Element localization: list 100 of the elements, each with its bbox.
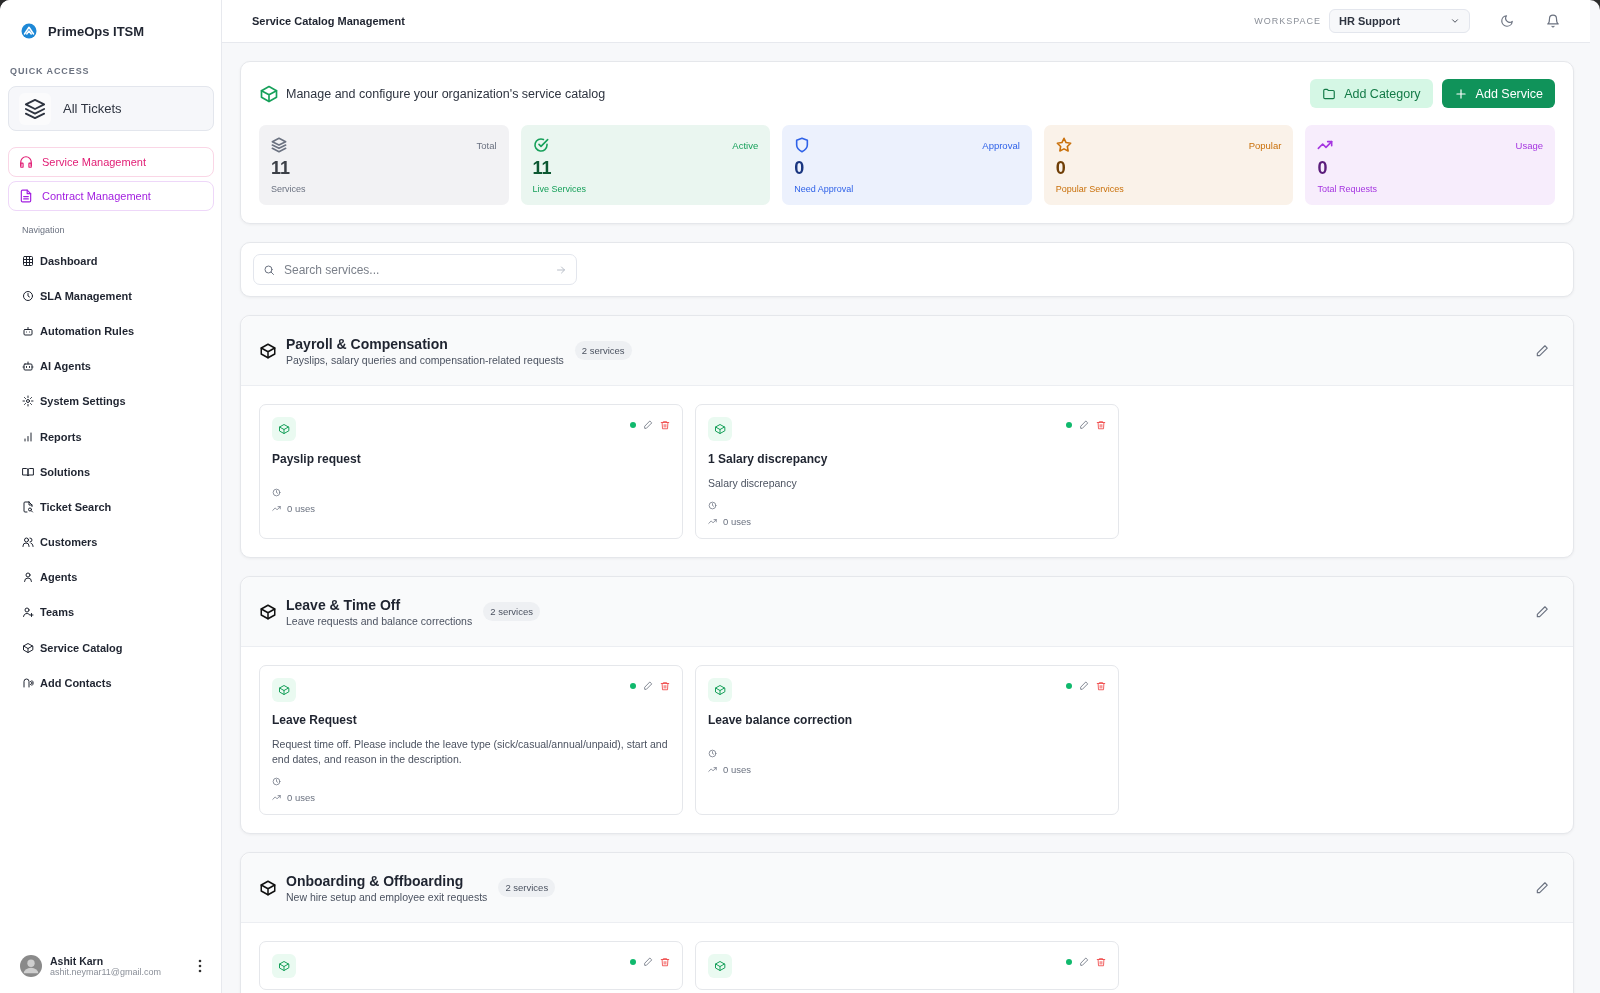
nav-item[interactable]: Add Contacts <box>8 665 214 701</box>
module-link[interactable]: Service Management <box>8 147 214 177</box>
service-icon <box>708 678 732 702</box>
trash-icon[interactable] <box>660 957 670 967</box>
nav-item[interactable]: Dashboard <box>8 243 214 279</box>
more-icon[interactable] <box>198 959 202 973</box>
service-count: 2 services <box>498 878 556 897</box>
category-title: Leave & Time Off <box>286 596 402 613</box>
nav-item[interactable]: Reports <box>8 418 214 455</box>
all-tickets-button[interactable]: All Tickets <box>8 86 214 131</box>
nav-icon <box>22 500 34 513</box>
trend-icon <box>708 517 717 526</box>
service-icon <box>272 954 296 978</box>
clock-icon <box>708 501 717 510</box>
stat-label: Services <box>271 184 307 194</box>
nav-icon <box>22 430 34 443</box>
service-card[interactable]: 1 Salary discrepancy Salary discrepancy 0 uses <box>695 404 1119 539</box>
moon-icon[interactable] <box>1500 14 1514 28</box>
trash-icon[interactable] <box>660 420 670 430</box>
edit-icon[interactable] <box>643 957 653 967</box>
service-card[interactable]: Payslip request 0 uses <box>259 404 683 539</box>
nav-icon <box>22 360 34 373</box>
chevron-down-icon <box>1450 16 1460 26</box>
clock-icon <box>272 777 281 786</box>
user-name: Ashit Karn <box>50 955 105 967</box>
edit-icon[interactable] <box>1535 343 1549 358</box>
add-service-button[interactable]: Add Service <box>1441 79 1555 108</box>
nav-item[interactable]: AI Agents <box>8 348 214 384</box>
box-icon <box>259 83 279 104</box>
nav-icon <box>22 676 34 689</box>
plus-icon <box>1453 86 1468 101</box>
category-description: New hire setup and employee exit requests <box>286 890 488 903</box>
edit-icon[interactable] <box>1535 880 1549 895</box>
stat-label: Popular Services <box>1055 184 1125 194</box>
app-name: PrimeOps ITSM <box>48 23 145 39</box>
stat-tag: Total <box>476 139 497 151</box>
nav-item[interactable]: Customers <box>8 524 214 560</box>
workspace-dropdown[interactable]: HR Support <box>1329 9 1470 33</box>
user-email: ashit.neymar11@gmail.com <box>50 967 162 977</box>
nav-item[interactable]: System Settings <box>8 383 214 419</box>
nav-icon <box>22 395 34 408</box>
headphones-icon <box>19 155 33 169</box>
stat-value: 11 <box>271 158 292 179</box>
nav-item[interactable]: Agents <box>8 559 214 595</box>
arrow-right-icon <box>555 264 567 276</box>
service-icon <box>272 678 296 702</box>
box-icon <box>259 878 277 897</box>
clock-icon <box>708 749 717 758</box>
section-label: QUICK ACCESS <box>10 66 91 76</box>
edit-icon[interactable] <box>643 681 653 691</box>
box-icon <box>259 602 277 621</box>
logo-icon <box>20 22 38 40</box>
trash-icon[interactable] <box>1096 681 1106 691</box>
service-description: Request time off. Please include the leave type (sick/casual/annual/unpaid), start and end dates, and reason in the description. <box>272 737 669 767</box>
stat-label: Live Services <box>532 184 588 194</box>
usage-count: 0 uses <box>723 516 751 527</box>
service-count: 2 services <box>574 341 632 360</box>
clock-icon <box>272 488 281 497</box>
trash-icon[interactable] <box>660 681 670 691</box>
nav-item[interactable]: Teams <box>8 594 214 631</box>
trash-icon[interactable] <box>1096 957 1106 967</box>
category-title: Payroll & Compensation <box>286 335 449 352</box>
bell-icon[interactable] <box>1546 14 1560 28</box>
stat-value: 0 <box>1317 158 1329 179</box>
stat-tag: Approval <box>982 139 1020 151</box>
service-card[interactable]: Leave Request Request time off. Please include the leave type (sick/casual/annual/unpaid), start and end dates, and reason in the description. 0 uses <box>259 665 683 815</box>
nav-item[interactable]: Automation Rules <box>8 313 214 349</box>
service-title: Leave balance correction <box>708 713 854 727</box>
nav-icon <box>22 641 34 654</box>
nav-item[interactable]: Solutions <box>8 454 214 490</box>
service-title: Payslip request <box>272 452 362 466</box>
nav-icon <box>22 606 34 619</box>
module-link[interactable]: Contract Management <box>8 181 214 211</box>
category-description: Leave requests and balance corrections <box>286 614 473 627</box>
service-icon <box>708 417 732 441</box>
trend-icon <box>272 504 281 513</box>
trash-icon[interactable] <box>1096 420 1106 430</box>
layers-icon <box>24 97 46 120</box>
edit-icon[interactable] <box>643 420 653 430</box>
category-description: Payslips, salary queries and compensation-related requests <box>286 353 564 366</box>
edit-icon[interactable] <box>1079 957 1089 967</box>
workspace-label: WORKSPACE <box>1254 16 1321 26</box>
edit-icon[interactable] <box>1079 681 1089 691</box>
trend-icon <box>708 765 717 774</box>
add-category-button[interactable]: Add Category <box>1310 79 1433 108</box>
usage-count: 0 uses <box>287 792 315 803</box>
edit-icon[interactable] <box>1079 420 1089 430</box>
nav-item[interactable]: Service Catalog <box>8 630 214 666</box>
nav-item[interactable]: SLA Management <box>8 278 214 314</box>
stat-tag: Active <box>732 139 759 151</box>
nav-item[interactable]: Ticket Search <box>8 489 214 525</box>
search-icon <box>263 264 275 276</box>
usage-count: 0 uses <box>723 764 751 775</box>
stat-tag: Usage <box>1515 139 1543 151</box>
document-icon <box>19 189 33 203</box>
service-card[interactable]: Leave balance correction 0 uses <box>695 665 1119 815</box>
stat-label: Need Approval <box>794 184 855 194</box>
edit-icon[interactable] <box>1535 604 1549 619</box>
nav-icon <box>22 571 34 584</box>
search-field[interactable]: Search services... <box>253 254 577 285</box>
